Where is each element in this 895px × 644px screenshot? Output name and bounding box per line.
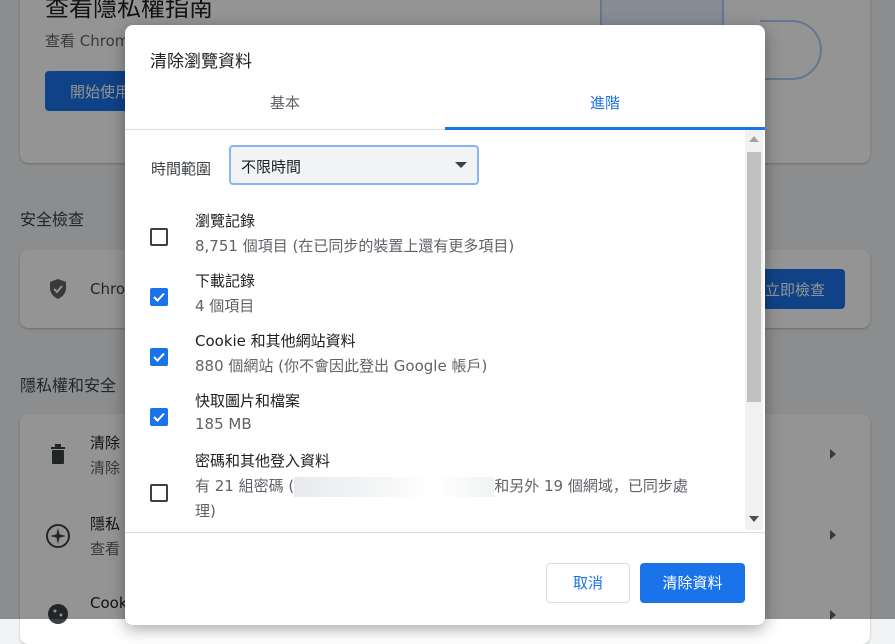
option-title: 下載記錄 xyxy=(195,272,256,290)
dialog-content: 時間範圍 不限時間 瀏覽記錄 8,751 個項目 (在已同步的裝置上還有更多項目… xyxy=(125,130,745,532)
option-cached-images: 快取圖片和檔案 185 MB xyxy=(125,390,745,450)
option-description: 880 個網站 (你不會因此登出 Google 帳戶) xyxy=(195,357,488,375)
clear-data-button[interactable]: 清除資料 xyxy=(640,563,745,603)
content-scrollbar[interactable] xyxy=(745,130,763,530)
scroll-thumb[interactable] xyxy=(747,152,761,402)
clear-browsing-data-dialog: 清除瀏覽資料 基本 進階 時間範圍 不限時間 瀏覽記錄 8,751 個項目 (在… xyxy=(125,25,765,625)
option-description-continued: 理) xyxy=(195,502,216,520)
time-range-value: 不限時間 xyxy=(241,158,302,176)
option-description: 8,751 個項目 (在已同步的裝置上還有更多項目) xyxy=(195,237,515,255)
dialog-title: 清除瀏覽資料 xyxy=(150,52,252,72)
tab-basic[interactable]: 基本 xyxy=(125,87,445,129)
download-history-checkbox[interactable] xyxy=(150,288,168,306)
tab-advanced[interactable]: 進階 xyxy=(445,87,765,129)
option-passwords: 密碼和其他登入資料 有 21 組密碼 ( 和另外 19 個網域，已同步處 理) xyxy=(125,450,745,530)
option-cookies: Cookie 和其他網站資料 880 個網站 (你不會因此登出 Google 帳… xyxy=(125,330,745,390)
footer-divider xyxy=(125,532,765,533)
checkmark-icon xyxy=(153,292,165,302)
cached-images-checkbox[interactable] xyxy=(150,408,168,426)
option-title: 密碼和其他登入資料 xyxy=(195,452,331,470)
option-description: 4 個項目 xyxy=(195,297,255,315)
scroll-up-arrow-icon[interactable] xyxy=(749,136,759,142)
cancel-button[interactable]: 取消 xyxy=(546,563,630,603)
dropdown-arrow-icon xyxy=(455,162,467,168)
browsing-history-checkbox[interactable] xyxy=(150,228,168,246)
option-title: 快取圖片和檔案 xyxy=(195,392,301,410)
option-download-history: 下載記錄 4 個項目 xyxy=(125,270,745,330)
time-range-select[interactable]: 不限時間 xyxy=(229,145,479,185)
option-title: 瀏覽記錄 xyxy=(195,212,256,230)
password-count-text: 有 21 組密碼 ( xyxy=(195,477,295,495)
scroll-down-arrow-icon[interactable] xyxy=(749,516,759,522)
password-domains-text: 和另外 19 個網域，已同步處 xyxy=(494,477,688,495)
time-range-label: 時間範圍 xyxy=(151,160,212,178)
option-browsing-history: 瀏覽記錄 8,751 個項目 (在已同步的裝置上還有更多項目) xyxy=(125,210,745,270)
option-description: 有 21 組密碼 ( 和另外 19 個網域，已同步處 xyxy=(195,475,688,497)
option-description: 185 MB xyxy=(195,415,252,433)
option-title: Cookie 和其他網站資料 xyxy=(195,332,356,350)
cookies-checkbox[interactable] xyxy=(150,348,168,366)
passwords-checkbox[interactable] xyxy=(150,484,168,502)
checkmark-icon xyxy=(153,352,165,362)
redacted-domains xyxy=(294,476,495,497)
checkmark-icon xyxy=(153,412,165,422)
tab-bar: 基本 進階 xyxy=(125,87,765,130)
